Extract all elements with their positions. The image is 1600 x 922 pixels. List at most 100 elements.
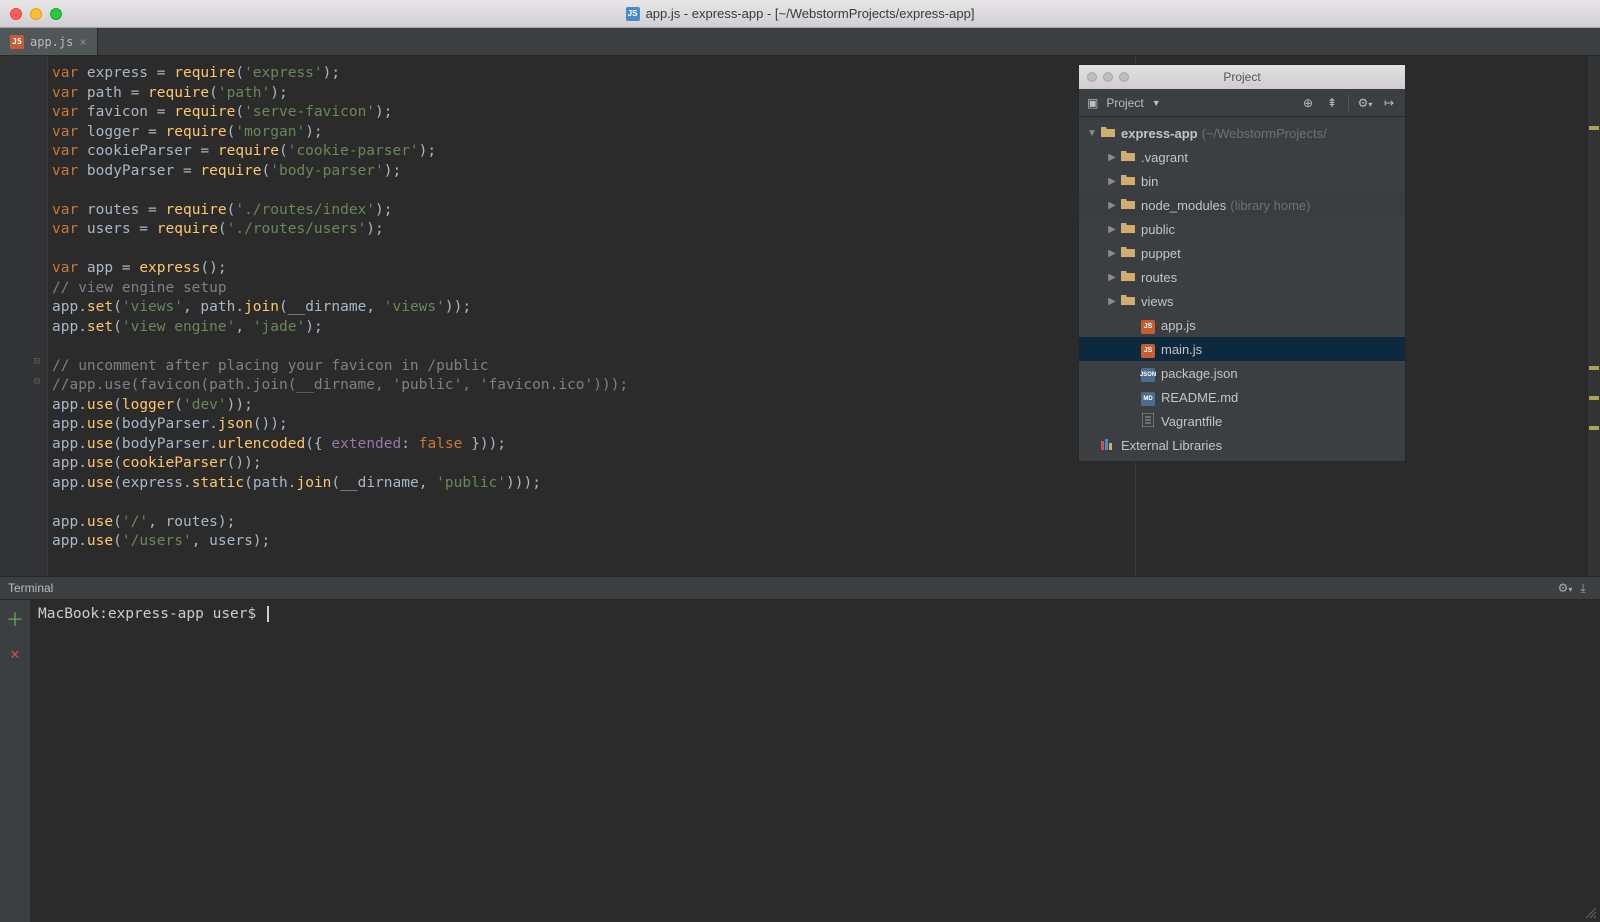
hide-panel-icon[interactable]: ↦ <box>1381 96 1397 110</box>
tree-node-label: app.js <box>1161 318 1196 333</box>
tree-node-label: README.md <box>1161 390 1238 405</box>
tree-node-icon: JS <box>1139 316 1157 334</box>
tree-row[interactable]: JSON package.json <box>1079 361 1405 385</box>
zoom-window-button[interactable] <box>50 8 62 20</box>
tree-node-hint: (~/WebstormProjects/ <box>1202 126 1327 141</box>
tree-arrow-icon[interactable]: ▶ <box>1105 224 1119 235</box>
locate-file-icon[interactable]: ⊕ <box>1300 96 1316 110</box>
minimize-window-button[interactable] <box>30 8 42 20</box>
tree-arrow-icon[interactable]: ▶ <box>1105 152 1119 163</box>
tree-row[interactable]: MD README.md <box>1079 385 1405 409</box>
tree-row[interactable]: ▶public <box>1079 217 1405 241</box>
tree-node-icon <box>1119 270 1137 285</box>
window-title-text: app.js - express-app - [~/WebstormProjec… <box>646 6 975 21</box>
editor-tabbar: JS app.js × <box>0 28 1600 56</box>
tree-row[interactable]: ▼ express-app (~/WebstormProjects/ <box>1079 121 1405 145</box>
resize-grip-icon[interactable] <box>1584 906 1598 920</box>
tree-node-icon <box>1119 246 1137 261</box>
close-tab-icon[interactable]: × <box>79 35 86 49</box>
panel-minimize-button[interactable] <box>1103 72 1113 82</box>
gear-icon[interactable]: ⚙▾ <box>1357 96 1373 110</box>
terminal-header-label: Terminal <box>8 581 53 595</box>
project-tree[interactable]: ▼ express-app (~/WebstormProjects/ ▶ .vagran… <box>1079 117 1405 461</box>
toolbar-separator <box>1348 95 1349 111</box>
tree-node-icon <box>1119 222 1137 237</box>
tree-node-icon <box>1099 438 1117 453</box>
tree-node-label: express-app <box>1121 126 1198 141</box>
tree-row[interactable]: JS app.js <box>1079 313 1405 337</box>
error-stripe[interactable] <box>1588 56 1600 576</box>
tree-node-icon: JSON <box>1139 364 1157 382</box>
terminal-header[interactable]: Terminal ⚙▾ ⤓ <box>0 576 1600 600</box>
tab-label: app.js <box>30 35 73 49</box>
tree-node-label: main.js <box>1161 342 1202 357</box>
tree-node-label: routes <box>1141 270 1177 285</box>
warning-marker[interactable] <box>1589 396 1599 400</box>
tree-node-icon <box>1119 198 1137 213</box>
tree-arrow-icon[interactable]: ▶ <box>1105 200 1119 211</box>
tree-node-icon: MD <box>1139 388 1157 406</box>
traffic-lights <box>10 8 62 20</box>
terminal-prompt: MacBook:express-app user$ <box>38 606 265 622</box>
fold-marker-icon[interactable]: ⊟ <box>34 356 44 366</box>
terminal-cursor <box>267 606 269 622</box>
collapse-all-icon[interactable]: ⇞ <box>1324 96 1340 110</box>
project-tool-window[interactable]: Project ▣ Project ▼ ⊕ ⇞ ⚙▾ ↦ ▼ express-ap… <box>1078 64 1406 462</box>
tree-node-label: views <box>1141 294 1174 309</box>
tree-node-icon <box>1119 294 1137 309</box>
code-editor[interactable]: var express = require('express');var pat… <box>48 56 628 576</box>
tree-row[interactable]: JS main.js <box>1079 337 1405 361</box>
terminal-output[interactable]: MacBook:express-app user$ <box>30 600 1600 922</box>
tree-node-label: .vagrant <box>1141 150 1188 165</box>
tree-node-icon: JS <box>1139 340 1157 358</box>
js-file-icon: JS <box>626 7 640 21</box>
tree-node-hint: (library home) <box>1230 198 1310 213</box>
window-titlebar: JS app.js - express-app - [~/WebstormPro… <box>0 0 1600 28</box>
hide-panel-icon[interactable]: ⤓ <box>1574 581 1592 596</box>
tree-row[interactable]: ▶ routes <box>1079 265 1405 289</box>
gear-icon[interactable]: ⚙▾ <box>1556 581 1574 595</box>
tree-arrow-icon[interactable]: ▶ <box>1105 296 1119 307</box>
tree-row[interactable]: ▶ bin <box>1079 169 1405 193</box>
editor-tab[interactable]: JS app.js × <box>0 28 98 55</box>
tree-row[interactable]: ▶ views <box>1079 289 1405 313</box>
tree-node-label: External Libraries <box>1121 438 1222 453</box>
tree-arrow-icon[interactable]: ▶ <box>1105 176 1119 187</box>
tree-row[interactable]: ▶ .vagrant <box>1079 145 1405 169</box>
tree-row[interactable]: ▶ node_modules (library home) <box>1079 193 1405 217</box>
tree-arrow-icon[interactable]: ▶ <box>1105 272 1119 283</box>
warning-marker[interactable] <box>1589 366 1599 370</box>
tree-arrow-icon[interactable]: ▶ <box>1105 248 1119 259</box>
tree-node-icon <box>1119 174 1137 189</box>
tree-node-label: Vagrantfile <box>1161 414 1222 429</box>
js-file-icon: JS <box>10 35 24 49</box>
close-window-button[interactable] <box>10 8 22 20</box>
project-dropdown[interactable]: Project <box>1106 96 1143 110</box>
tree-node-icon <box>1119 150 1137 165</box>
close-terminal-icon[interactable]: ✕ <box>10 644 20 663</box>
project-view-icon: ▣ <box>1087 96 1098 110</box>
tree-row[interactable]: Vagrantfile <box>1079 409 1405 433</box>
tree-node-label: package.json <box>1161 366 1238 381</box>
tree-node-label: puppet <box>1141 246 1181 261</box>
tree-node-icon <box>1099 126 1117 141</box>
panel-close-button[interactable] <box>1087 72 1097 82</box>
window-title: JS app.js - express-app - [~/WebstormPro… <box>0 6 1600 21</box>
warning-marker[interactable] <box>1589 126 1599 130</box>
warning-marker[interactable] <box>1589 426 1599 430</box>
terminal-side-toolbar: ＋ ✕ <box>0 600 30 922</box>
project-toolbar: ▣ Project ▼ ⊕ ⇞ ⚙▾ ↦ <box>1079 89 1405 117</box>
tree-arrow-icon[interactable]: ▼ <box>1085 128 1099 139</box>
chevron-down-icon[interactable]: ▼ <box>1152 98 1161 108</box>
editor-gutter[interactable]: ⊟ ⊟ <box>0 56 48 576</box>
tree-node-icon <box>1139 413 1157 430</box>
tree-node-label: bin <box>1141 174 1158 189</box>
terminal-tool-window: Terminal ⚙▾ ⤓ ＋ ✕ MacBook:express-app us… <box>0 576 1600 922</box>
tree-row[interactable]: ▶ puppet <box>1079 241 1405 265</box>
panel-zoom-button[interactable] <box>1119 72 1129 82</box>
tree-node-label: node_modules <box>1141 198 1226 213</box>
project-panel-titlebar[interactable]: Project <box>1079 65 1405 89</box>
tree-row[interactable]: External Libraries <box>1079 433 1405 457</box>
fold-marker-icon[interactable]: ⊟ <box>34 376 44 386</box>
new-terminal-icon[interactable]: ＋ <box>6 606 24 632</box>
